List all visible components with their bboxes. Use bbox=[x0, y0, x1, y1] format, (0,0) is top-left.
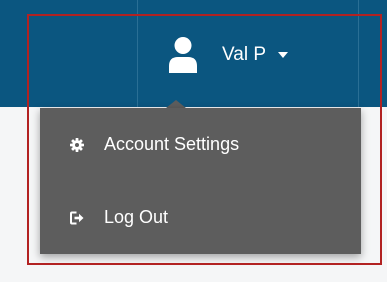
dropdown-pointer bbox=[166, 100, 186, 108]
user-dropdown-menu: Account Settings Log Out bbox=[40, 108, 361, 254]
menu-item-account-settings[interactable]: Account Settings bbox=[40, 108, 361, 181]
sign-out-icon bbox=[70, 211, 84, 224]
topbar-divider bbox=[137, 0, 138, 107]
menu-item-log-out[interactable]: Log Out bbox=[40, 181, 361, 254]
caret-down-icon bbox=[278, 52, 289, 58]
menu-item-label: Log Out bbox=[104, 207, 169, 227]
user-menu-trigger[interactable]: Val P bbox=[168, 30, 289, 80]
screenshot-stage: Val P Account Settings Log Out bbox=[0, 0, 387, 282]
menu-item-label: Account Settings bbox=[104, 134, 240, 154]
gear-icon bbox=[70, 137, 84, 152]
user-name: Val P bbox=[222, 44, 267, 65]
topbar-divider bbox=[358, 0, 359, 107]
top-bar: Val P bbox=[0, 0, 387, 107]
user-icon bbox=[169, 37, 197, 73]
